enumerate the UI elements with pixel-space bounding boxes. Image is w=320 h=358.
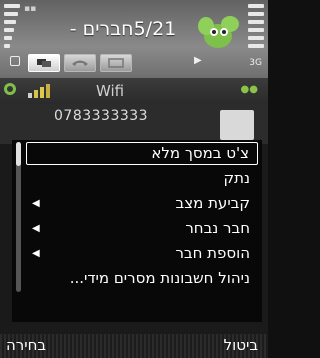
menu-item-add-contact[interactable]: הוספת חבר ◀: [26, 242, 258, 265]
group-label: Wifi: [96, 82, 125, 100]
battery-bars-icon: [248, 4, 264, 48]
scrollbar-thumb[interactable]: [16, 142, 21, 166]
network-indicator-icon: ▪▪: [24, 4, 37, 14]
menu-item-set-status[interactable]: קביעת מצב ◀: [26, 192, 258, 215]
phone-screen: ▪▪ 5/21חברים - ▶ 3G Wifi ●● 0783333333 צ…: [0, 0, 268, 358]
lock-icon: [10, 56, 20, 66]
tab-screen[interactable]: [100, 54, 132, 72]
menu-item-label: הוספת חבר: [175, 244, 250, 262]
signal-bars-icon: [4, 4, 20, 48]
green-character-logo-icon: [198, 16, 239, 48]
menu-item-manage-im-accounts[interactable]: ניהול חשבונות מסרים מידי...: [26, 267, 258, 290]
tab-bar: [28, 54, 132, 72]
menu-item-label: ניהול חשבונות מסרים מידי...: [69, 269, 250, 287]
chat-bubbles-icon: [37, 59, 51, 67]
menu-item-label: נתק: [223, 169, 250, 187]
menu-scrollbar[interactable]: [16, 142, 21, 292]
screen-icon: [108, 58, 124, 68]
submenu-arrow-icon: ◀: [32, 198, 40, 209]
page-title: 5/21חברים -: [69, 18, 177, 40]
title-bar: ▪▪ 5/21חברים - ▶ 3G: [0, 0, 268, 78]
presence-online-icon: [4, 83, 16, 95]
service-logo-icon: ●●: [240, 84, 258, 95]
wifi-signal-icon: [28, 84, 50, 98]
menu-item-disconnect[interactable]: נתק: [26, 167, 258, 190]
menu-item-label: חבר נבחר: [185, 219, 250, 237]
select-softkey[interactable]: בחירה: [6, 336, 46, 354]
menu-item-fullscreen-chat[interactable]: צ'ט במסך מלא: [26, 142, 258, 165]
tab-chat[interactable]: [28, 54, 60, 72]
softkey-bar: בחירה ביטול: [0, 334, 268, 358]
contact-number: 0783333333: [54, 108, 149, 124]
menu-item-selected-contact[interactable]: חבר נבחר ◀: [26, 217, 258, 240]
tab-call[interactable]: [64, 54, 96, 72]
list-group-header[interactable]: Wifi ●●: [0, 78, 268, 104]
list-item[interactable]: 0783333333: [0, 104, 268, 144]
menu-item-label: צ'ט במסך מלא: [151, 144, 249, 162]
options-menu: צ'ט במסך מלא נתק קביעת מצב ◀ חבר נבחר ◀ …: [12, 140, 262, 322]
phone-icon: [72, 60, 88, 66]
menu-item-label: קביעת מצב: [175, 194, 250, 212]
network-3g-icon: 3G: [249, 58, 262, 68]
submenu-arrow-icon: ◀: [32, 223, 40, 234]
avatar: [220, 110, 254, 140]
cancel-softkey[interactable]: ביטול: [224, 336, 258, 354]
submenu-arrow-icon: ◀: [32, 248, 40, 259]
tab-scroll-right-icon[interactable]: ▶: [194, 55, 202, 66]
